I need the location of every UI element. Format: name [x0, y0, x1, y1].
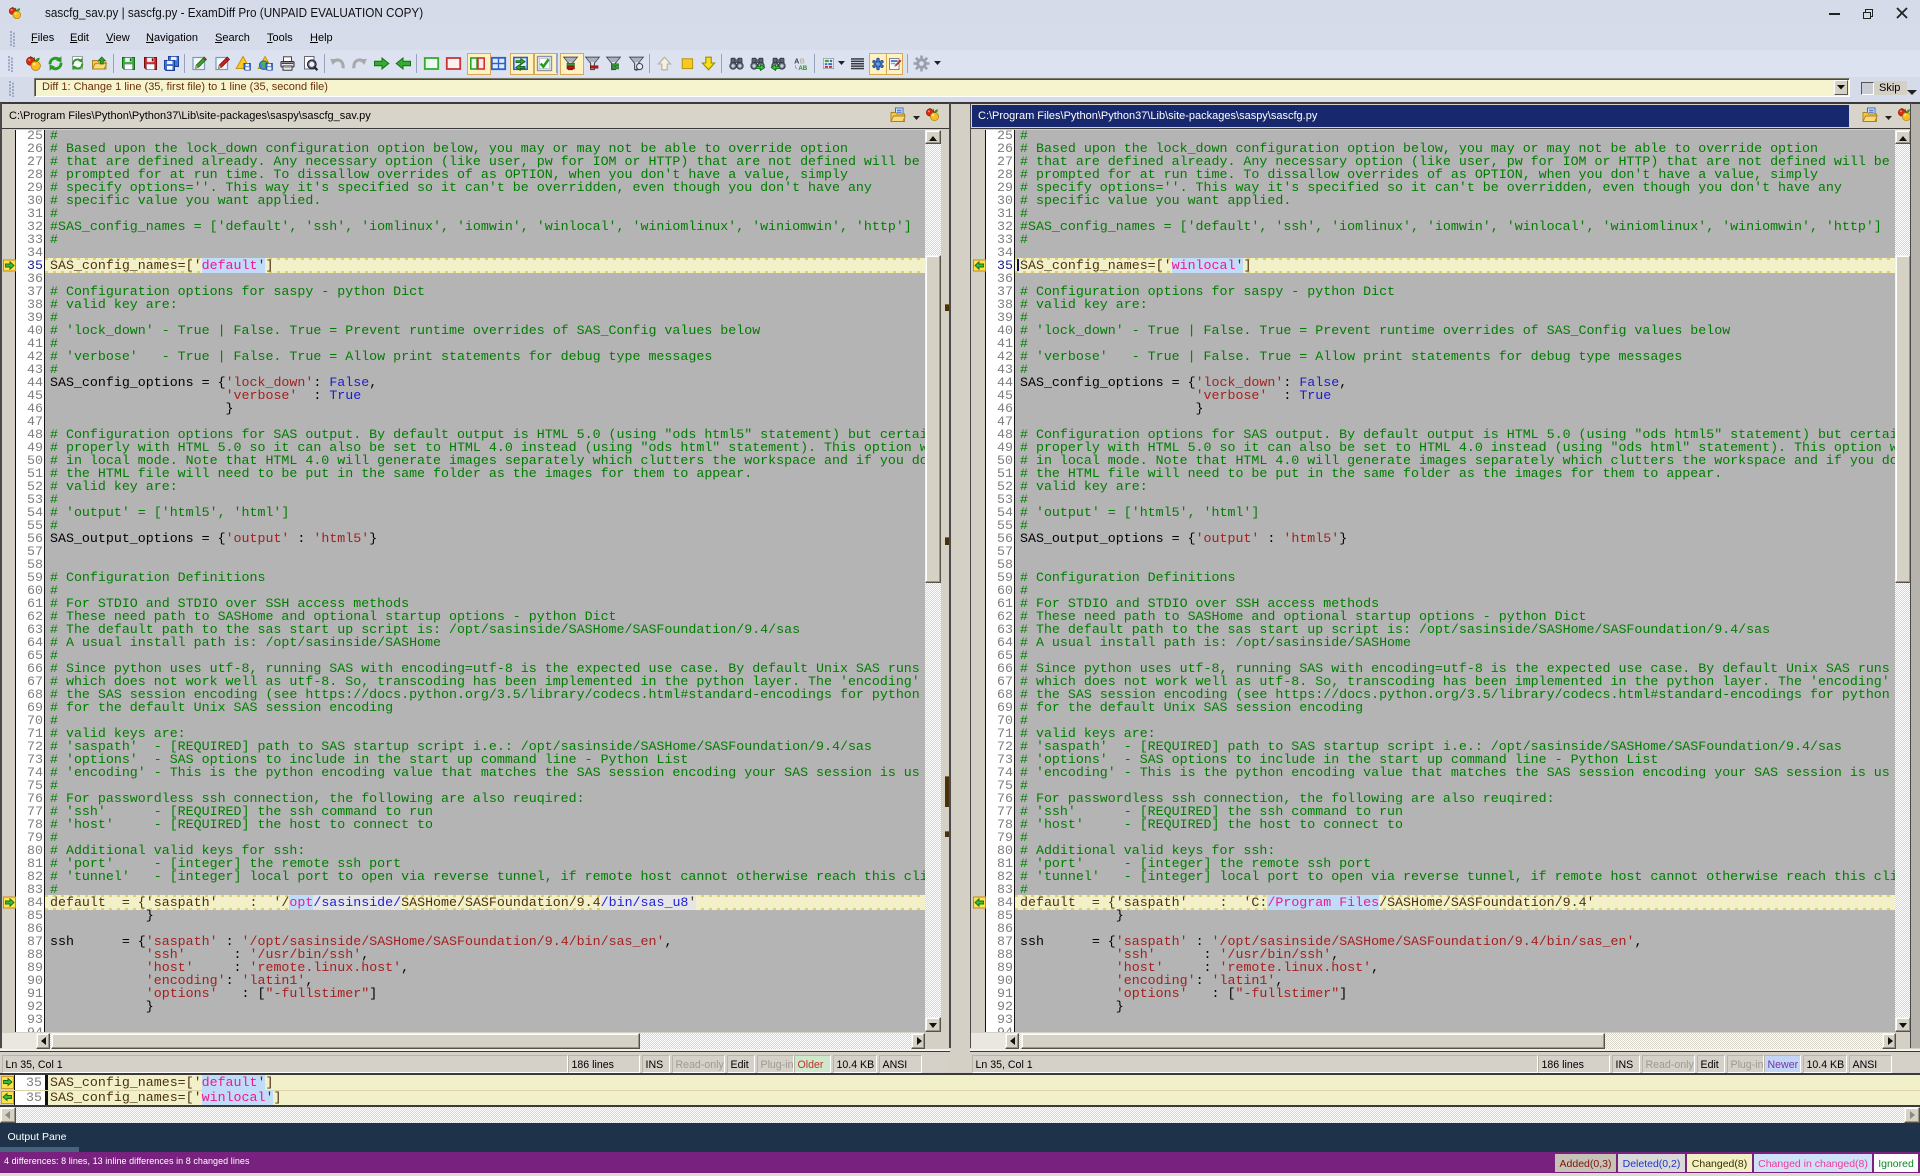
svg-text:AB: AB	[798, 65, 807, 71]
svg-text:A: A	[794, 58, 799, 65]
svg-text:B: B	[800, 58, 805, 65]
